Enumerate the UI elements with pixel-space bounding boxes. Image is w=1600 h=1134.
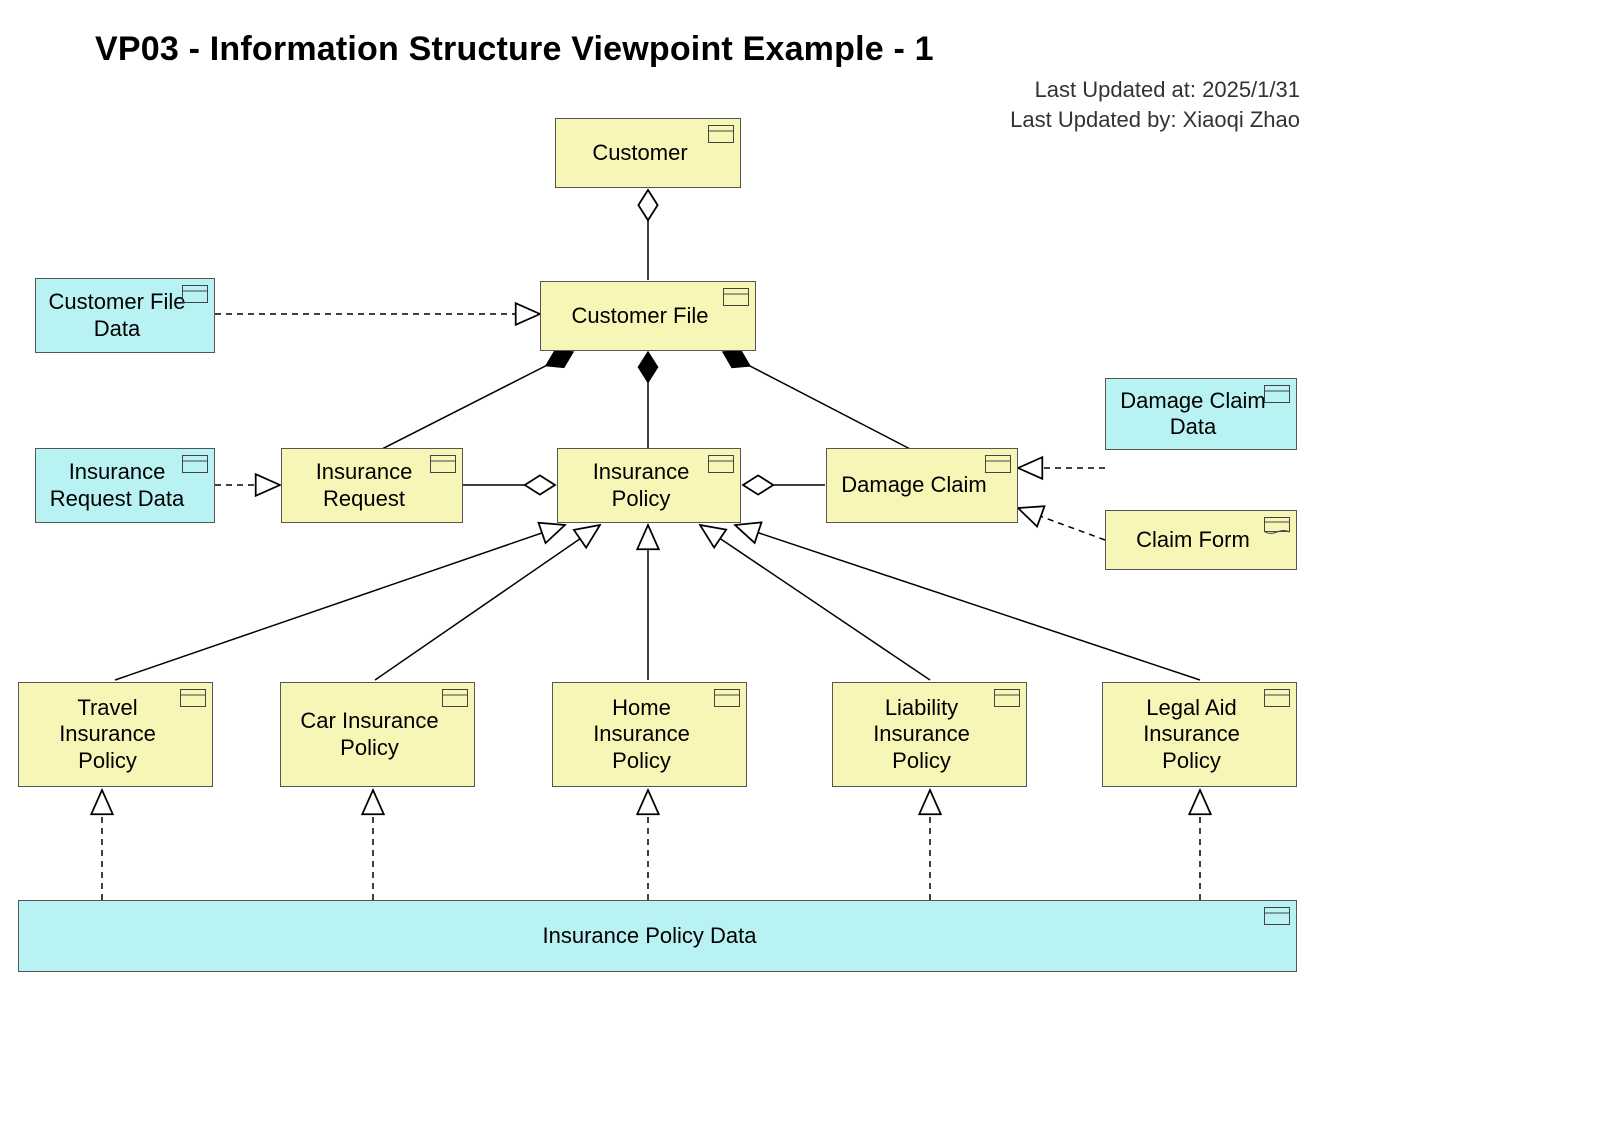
edge-claim-custfile <box>723 352 912 450</box>
node-car-policy-label: Car Insurance Policy <box>291 708 448 761</box>
node-home-policy[interactable]: Home Insurance Policy <box>552 682 747 787</box>
node-liability-policy[interactable]: Liability Insurance Policy <box>832 682 1027 787</box>
data-object-icon <box>1264 385 1290 403</box>
node-insurance-policy-data-label: Insurance Policy Data <box>29 923 1270 949</box>
edge-car-inspol <box>375 525 600 680</box>
node-damage-claim-label: Damage Claim <box>837 472 991 498</box>
meta-updated-by: Last Updated by: Xiaoqi Zhao <box>900 105 1300 135</box>
node-home-policy-label: Home Insurance Policy <box>563 695 720 774</box>
node-insurance-policy[interactable]: Insurance Policy <box>557 448 741 523</box>
diagram-meta: Last Updated at: 2025/1/31 Last Updated … <box>900 75 1300 134</box>
data-object-icon <box>1264 907 1290 925</box>
node-liability-policy-label: Liability Insurance Policy <box>843 695 1000 774</box>
node-damage-claim-data[interactable]: Damage Claim Data <box>1105 378 1297 450</box>
edge-travel-inspol <box>115 525 565 680</box>
node-claim-form-label: Claim Form <box>1116 527 1270 553</box>
node-claim-form[interactable]: Claim Form <box>1105 510 1297 570</box>
business-object-icon <box>442 689 468 707</box>
edge-insreq-custfile <box>380 352 573 450</box>
data-object-icon <box>182 455 208 473</box>
business-object-icon <box>714 689 740 707</box>
node-customer[interactable]: Customer <box>555 118 741 188</box>
data-object-icon <box>182 285 208 303</box>
node-customer-file-label: Customer File <box>551 303 729 329</box>
business-object-icon <box>1264 689 1290 707</box>
business-object-icon <box>708 455 734 473</box>
node-insurance-request-label: Insurance Request <box>292 459 436 512</box>
node-customer-label: Customer <box>566 140 714 166</box>
node-car-policy[interactable]: Car Insurance Policy <box>280 682 475 787</box>
node-customer-file-data[interactable]: Customer File Data <box>35 278 215 353</box>
business-object-icon <box>180 689 206 707</box>
meta-updated-at: Last Updated at: 2025/1/31 <box>900 75 1300 105</box>
representation-icon <box>1264 517 1290 535</box>
business-object-icon <box>994 689 1020 707</box>
node-insurance-policy-data[interactable]: Insurance Policy Data <box>18 900 1297 972</box>
node-damage-claim-data-label: Damage Claim Data <box>1116 388 1270 441</box>
edge-claimform-claim <box>1018 508 1105 540</box>
node-insurance-request-data-label: Insurance Request Data <box>46 459 188 512</box>
node-customer-file-data-label: Customer File Data <box>46 289 188 342</box>
business-object-icon <box>430 455 456 473</box>
diagram-title: VP03 - Information Structure Viewpoint E… <box>95 30 934 69</box>
business-object-icon <box>708 125 734 143</box>
node-insurance-policy-label: Insurance Policy <box>568 459 714 512</box>
node-travel-policy[interactable]: Travel Insurance Policy <box>18 682 213 787</box>
node-legal-policy[interactable]: Legal Aid Insurance Policy <box>1102 682 1297 787</box>
business-object-icon <box>723 288 749 306</box>
node-legal-policy-label: Legal Aid Insurance Policy <box>1113 695 1270 774</box>
edge-liab-inspol <box>700 525 930 680</box>
node-insurance-request-data[interactable]: Insurance Request Data <box>35 448 215 523</box>
node-travel-policy-label: Travel Insurance Policy <box>29 695 186 774</box>
node-damage-claim[interactable]: Damage Claim <box>826 448 1018 523</box>
node-insurance-request[interactable]: Insurance Request <box>281 448 463 523</box>
node-customer-file[interactable]: Customer File <box>540 281 756 351</box>
business-object-icon <box>985 455 1011 473</box>
